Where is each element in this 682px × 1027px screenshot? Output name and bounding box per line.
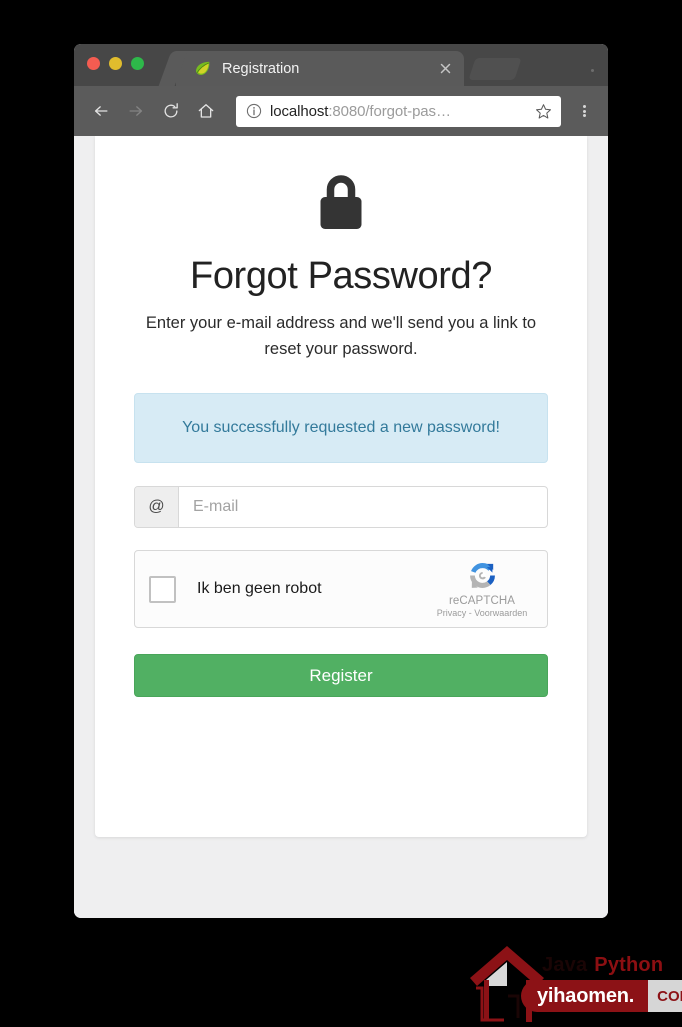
recaptcha-label: Ik ben geen robot [197,580,322,598]
three-dot-menu-icon[interactable] [571,103,597,118]
window-controls [87,57,144,70]
recaptcha-legal-links: Privacy - Voorwaarden [437,608,528,618]
recaptcha-terms-link[interactable]: Voorwaarden [474,608,527,618]
tab-strip: Registration [74,44,608,86]
email-input-group: @ [134,486,548,529]
home-button[interactable] [190,95,222,127]
page-viewport: Forgot Password? Enter your e-mail addre… [74,136,608,918]
recaptcha-brand-name: reCAPTCHA [448,595,516,608]
recaptcha-branding: reCAPTCHA Privacy - Voorwaarden [429,558,535,620]
watermark-site-pill: yihaomen. COM [521,980,682,1012]
watermark-java: Java [542,954,588,976]
address-bar[interactable]: localhost:8080/forgot-pas… [236,95,561,127]
arrow-right-icon [129,106,143,116]
lock-icon-wrapper [134,136,548,231]
forgot-password-card: Forgot Password? Enter your e-mail addre… [95,136,587,837]
page-title: Forgot Password? [190,255,492,297]
url-host: localhost [270,102,329,120]
register-button[interactable]: Register [134,654,548,698]
watermark-words: Java Python [542,954,663,977]
url-text: localhost:8080/forgot-pas… [270,103,527,120]
alert-message: You successfully requested a new passwor… [182,419,500,437]
browser-tab[interactable]: Registration [176,51,464,86]
minimize-window-button[interactable] [109,57,122,70]
recaptcha-privacy-link[interactable]: Privacy [437,608,467,618]
bookmark-star-icon[interactable] [535,103,552,120]
tab-title: Registration [222,60,300,77]
at-symbol-icon: @ [135,487,179,528]
home-icon [198,104,214,118]
close-icon[interactable] [437,60,454,77]
tabstrip-dot [591,69,594,72]
spring-leaf-icon [194,60,211,77]
close-window-button[interactable] [87,57,100,70]
watermark: Java Python yihaomen. COM [462,930,682,1024]
reload-button[interactable] [155,95,187,127]
watermark-python: Python [594,954,664,976]
watermark-tld: COM [648,980,682,1012]
back-button[interactable] [85,95,117,127]
url-path: :8080/forgot-pas… [328,102,451,120]
info-circle-icon[interactable] [246,103,262,119]
page-subtitle: Enter your e-mail address and we'll send… [145,314,537,358]
zoom-window-button[interactable] [131,57,144,70]
new-tab-button[interactable] [468,58,522,80]
forward-button[interactable] [120,95,152,127]
watermark-site-name: yihaomen. [521,980,649,1012]
email-input[interactable] [179,487,547,528]
padlock-icon [315,173,367,231]
browser-window: Registration localhost:8080/forgot-pas… … [74,44,608,918]
recaptcha-checkbox[interactable] [149,575,176,603]
reload-icon [164,103,178,118]
browser-toolbar: localhost:8080/forgot-pas… [74,86,608,136]
recaptcha-logo-icon [465,558,500,593]
recaptcha-widget[interactable]: Ik ben geen robot reCAPTCHA Privacy - Vo… [134,550,548,629]
status-alert: You successfully requested a new passwor… [134,393,548,464]
arrow-left-icon [94,106,108,116]
